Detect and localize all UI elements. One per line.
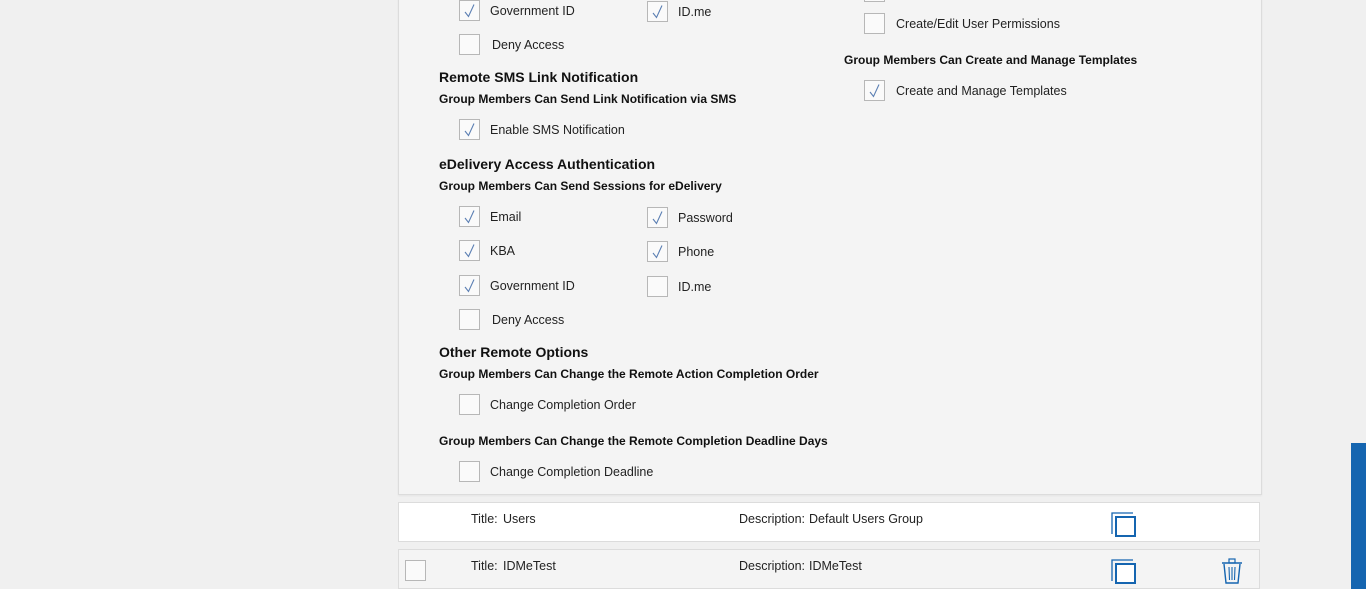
group-description: IDMeTest [809, 559, 862, 573]
sms-section-title: Remote SMS Link Notification [439, 69, 639, 85]
sms-subtitle: Group Members Can Send Link Notification… [439, 92, 737, 106]
group-title-label: Title: [471, 559, 498, 573]
edelivery-idme-label: ID.me [678, 280, 712, 294]
check-icon [652, 5, 663, 19]
completion-deadline-subtitle: Group Members Can Change the Remote Comp… [439, 434, 828, 448]
trash-icon[interactable] [1221, 558, 1243, 584]
scrollbar-thumb[interactable] [1351, 443, 1366, 589]
edelivery-kba-checkbox[interactable] [459, 240, 480, 261]
check-icon [464, 4, 475, 18]
check-icon [464, 210, 475, 224]
edelivery-section-title: eDelivery Access Authentication [439, 156, 656, 172]
edelivery-kba-label: KBA [490, 244, 516, 258]
edelivery-email-checkbox[interactable] [459, 206, 480, 227]
check-icon [464, 279, 475, 293]
edelivery-deny-access-checkbox[interactable] [459, 309, 480, 330]
create-edit-user-permissions-checkbox[interactable] [864, 13, 885, 34]
remote-idme-label: ID.me [678, 5, 712, 19]
change-completion-deadline-label: Change Completion Deadline [490, 465, 654, 479]
edelivery-phone-label: Phone [678, 245, 715, 259]
remote-government-id-label: Government ID [490, 4, 575, 18]
group-title: Users [503, 512, 536, 526]
edelivery-government-id-label: Government ID [490, 279, 575, 293]
change-completion-order-checkbox[interactable] [459, 394, 480, 415]
group-row-idmetest[interactable]: Title: IDMeTest Description: IDMeTest [398, 549, 1260, 589]
edelivery-idme-checkbox[interactable] [647, 276, 668, 297]
copy-icon[interactable] [1110, 510, 1138, 538]
completion-order-subtitle: Group Members Can Change the Remote Acti… [439, 367, 819, 381]
group-title-label: Title: [471, 512, 498, 526]
partial-checkbox[interactable] [864, 0, 885, 2]
group-description: Default Users Group [809, 512, 923, 526]
check-icon [464, 244, 475, 258]
check-icon [652, 245, 663, 259]
check-icon [869, 84, 880, 98]
enable-sms-checkbox[interactable] [459, 119, 480, 140]
edelivery-password-checkbox[interactable] [647, 207, 668, 228]
group-title: IDMeTest [503, 559, 556, 573]
group-description-label: Description: [739, 512, 805, 526]
edelivery-password-label: Password [678, 211, 733, 225]
edelivery-email-label: Email [490, 210, 522, 224]
remote-government-id-checkbox[interactable] [459, 0, 480, 21]
remote-idme-checkbox[interactable] [647, 1, 668, 22]
change-completion-order-label: Change Completion Order [490, 398, 636, 412]
change-completion-deadline-checkbox[interactable] [459, 461, 480, 482]
edelivery-government-id-checkbox[interactable] [459, 275, 480, 296]
remote-deny-access-label: Deny Access [492, 38, 565, 52]
create-manage-templates-checkbox[interactable] [864, 80, 885, 101]
templates-subtitle: Group Members Can Create and Manage Temp… [844, 53, 1138, 67]
edelivery-subtitle: Group Members Can Send Sessions for eDel… [439, 179, 722, 193]
check-icon [464, 123, 475, 137]
create-edit-user-permissions-label: Create/Edit User Permissions [896, 17, 1060, 31]
enable-sms-label: Enable SMS Notification [490, 123, 625, 137]
copy-icon[interactable] [1110, 557, 1138, 585]
group-description-label: Description: [739, 559, 805, 573]
group-row-users[interactable]: Title: Users Description: Default Users … [398, 502, 1260, 542]
group-select-checkbox[interactable] [405, 560, 426, 581]
remote-deny-access-checkbox[interactable] [459, 34, 480, 55]
create-manage-templates-label: Create and Manage Templates [896, 84, 1067, 98]
edelivery-deny-access-label: Deny Access [492, 313, 565, 327]
other-options-title: Other Remote Options [439, 344, 589, 360]
check-icon [652, 211, 663, 225]
edelivery-phone-checkbox[interactable] [647, 241, 668, 262]
